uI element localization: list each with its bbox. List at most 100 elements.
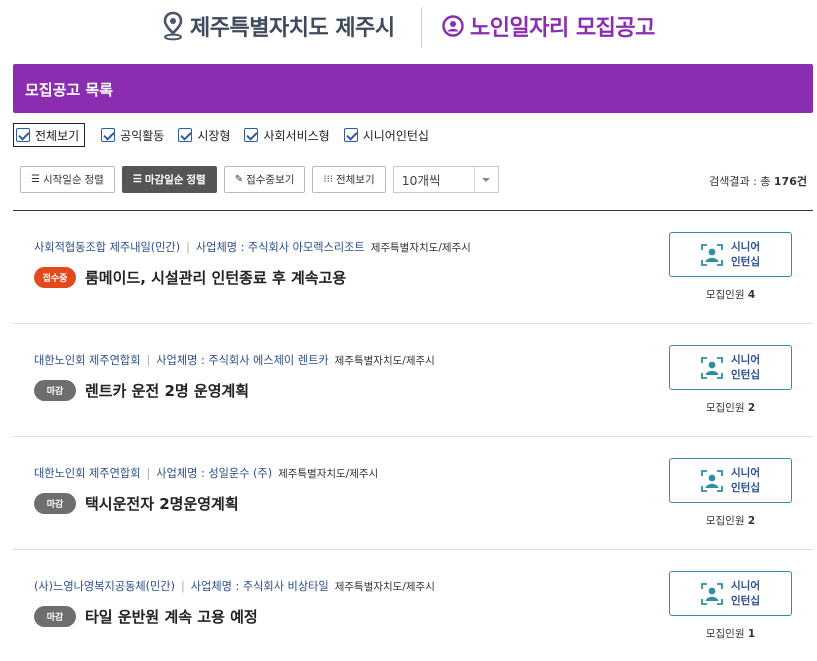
category-line: 인턴십: [731, 594, 760, 607]
filter-label: 시니어인턴십: [362, 128, 429, 143]
listing-item[interactable]: 대한노인회 제주연합회 | 사업체명 : 성일운수 (주) 제주특별자치도/제주시마감…: [13, 437, 813, 550]
recruit-label: 모집인원: [705, 628, 745, 640]
listing-org[interactable]: 대한노인회 제주연합회: [34, 354, 140, 367]
category-label: 시니어인턴십: [731, 353, 760, 383]
listing-title[interactable]: 룸메이드, 시설관리 인턴종료 후 계속고용: [85, 267, 346, 288]
senior-person-icon: [701, 356, 723, 379]
category-button[interactable]: 시니어인턴십: [669, 345, 792, 390]
recruit-number: 4: [747, 289, 756, 301]
site-title-text: 노인일자리 모집공고: [470, 16, 655, 41]
category-line: 시니어: [731, 240, 760, 253]
listing-title[interactable]: 택시운전자 2명운영계획: [85, 493, 239, 514]
category-line: 인턴십: [731, 255, 760, 268]
listing-company: 사업체명 : 주식회사 에스제이 렌트카: [156, 354, 329, 367]
person-circle-icon: [442, 15, 464, 37]
listing-item[interactable]: 사회적협동조합 제주내일(민간) | 사업체명 : 주식회사 아모렉스리조트 제주특별…: [13, 211, 813, 324]
listing-meta: 사회적협동조합 제주내일(민간) | 사업체명 : 주식회사 아모렉스리조트 제주특별…: [34, 239, 471, 255]
listing-item[interactable]: 대한노인회 제주연합회 | 사업체명 : 주식회사 에스제이 렌트카 제주특별자치도/…: [13, 324, 813, 437]
recruit-label: 모집인원: [705, 289, 745, 301]
category-button[interactable]: 시니어인턴십: [669, 571, 792, 616]
location[interactable]: 제주특별자치도 제주시: [162, 10, 395, 42]
recruit-label: 모집인원: [705, 515, 745, 527]
page-size-select[interactable]: 10개씩: [392, 166, 499, 193]
listing-title[interactable]: 렌트카 운전 2명 운영계획: [85, 380, 249, 401]
button-label: 접수중보기: [246, 174, 295, 186]
category-label: 시니어인턴십: [731, 240, 760, 270]
checkbox-checked-icon[interactable]: [244, 128, 259, 142]
listing-title-row: 마감 택시운전자 2명운영계획: [34, 493, 239, 514]
filter-public-checkbox[interactable]: 공익활동: [101, 123, 164, 147]
show-all-button[interactable]: ⁝⁝⁝ 전체보기: [312, 166, 386, 193]
filter-senior-intern-checkbox[interactable]: 시니어인턴십: [343, 123, 429, 147]
listing-org[interactable]: 대한노인회 제주연합회: [34, 467, 140, 480]
button-label: 시작일순 정렬: [42, 174, 104, 186]
map-pin-icon: [163, 11, 183, 41]
button-label: 전체보기: [335, 174, 375, 186]
listing-meta: 대한노인회 제주연합회 | 사업체명 : 성일운수 (주) 제주특별자치도/제주시: [34, 465, 378, 481]
sort-deadline-button[interactable]: ☰ 마감일순 정렬: [121, 166, 217, 193]
listing-meta: 대한노인회 제주연합회 | 사업체명 : 주식회사 에스제이 렌트카 제주특별자치도/…: [34, 352, 435, 368]
meta-separator: |: [180, 580, 185, 593]
checkbox-checked-icon[interactable]: [343, 128, 358, 142]
recruit-number: 2: [747, 402, 756, 414]
status-badge: 마감: [34, 380, 76, 401]
category-line: 인턴십: [731, 368, 760, 381]
recruit-label: 모집인원: [705, 402, 745, 414]
listing-item[interactable]: (사)느영나영복지공동체(민간) | 사업체명 : 주식회사 비상타일 제주특별자치도…: [13, 550, 813, 661]
listing-company: 사업체명 : 성일운수 (주): [156, 467, 273, 480]
result-prefix: 검색결과 : 총: [709, 175, 771, 188]
checkbox-checked-icon[interactable]: [178, 128, 193, 142]
listing-region: 제주특별자치도/제주시: [278, 468, 379, 480]
status-badge: 마감: [34, 606, 76, 627]
checkbox-checked-icon[interactable]: [16, 128, 30, 142]
listing-title-row: 마감 렌트카 운전 2명 운영계획: [34, 380, 249, 401]
category-button[interactable]: 시니어인턴십: [669, 458, 792, 503]
listing-title-row: 접수중 룸메이드, 시설관리 인턴종료 후 계속고용: [34, 267, 346, 288]
listing-org[interactable]: 사회적협동조합 제주내일(민간): [34, 241, 180, 254]
category-label: 시니어인턴십: [731, 466, 760, 496]
search-result-count: 검색결과 : 총 176건: [709, 173, 807, 189]
filter-label: 사회서비스형: [263, 128, 330, 143]
category-line: 시니어: [731, 579, 760, 592]
list-icon: ☰: [31, 174, 40, 185]
listing-meta: (사)느영나영복지공동체(민간) | 사업체명 : 주식회사 비상타일 제주특별자치도…: [34, 578, 435, 594]
category-button[interactable]: 시니어인턴십: [669, 232, 792, 277]
category-label: 시니어인턴십: [731, 579, 760, 609]
meta-separator: |: [146, 354, 151, 367]
filter-all-checkbox[interactable]: 전체보기: [13, 123, 86, 147]
category-line: 시니어: [731, 353, 760, 366]
site-title[interactable]: 노인일자리 모집공고: [442, 10, 655, 42]
category-line: 인턴십: [731, 481, 760, 494]
grid-icon: ⁝⁝⁝: [323, 174, 333, 185]
meta-separator: |: [146, 467, 151, 480]
section-title-bar: 모집공고 목록: [13, 64, 813, 113]
filter-label: 시장형: [197, 128, 231, 143]
category-line: 시니어: [731, 466, 760, 479]
result-count: 176건: [773, 175, 807, 188]
listing-region: 제주특별자치도/제주시: [370, 242, 471, 254]
recruit-number: 1: [747, 628, 756, 640]
page-size-value: 10개씩: [401, 173, 441, 188]
filter-label: 전체보기: [35, 128, 80, 143]
senior-person-icon: [701, 243, 723, 266]
listing-title[interactable]: 타일 운반원 계속 고용 예정: [85, 606, 258, 627]
pencil-icon: ✎: [234, 174, 244, 185]
listing-company: 사업체명 : 주식회사 비상타일: [190, 580, 329, 593]
listing-org[interactable]: (사)느영나영복지공동체(민간): [34, 580, 175, 593]
listing-company: 사업체명 : 주식회사 아모렉스리조트: [195, 241, 365, 254]
list-icon: ☰: [132, 174, 142, 185]
meta-separator: |: [186, 241, 190, 254]
status-badge: 접수중: [34, 267, 76, 288]
filter-social-service-checkbox[interactable]: 사회서비스형: [244, 123, 330, 147]
sort-start-button[interactable]: ☰ 시작일순 정렬: [20, 166, 115, 193]
senior-person-icon: [701, 469, 723, 492]
page-header: 제주특별자치도 제주시 노인일자리 모집공고: [0, 0, 817, 56]
location-text: 제주특별자치도 제주시: [190, 16, 395, 41]
listing-title-row: 마감 타일 운반원 계속 고용 예정: [34, 606, 258, 627]
filter-market-checkbox[interactable]: 시장형: [178, 123, 230, 147]
checkbox-checked-icon[interactable]: [101, 128, 116, 142]
chevron-down-icon[interactable]: [473, 167, 498, 192]
listing-region: 제주특별자치도/제주시: [334, 355, 435, 367]
show-open-button[interactable]: ✎ 접수중보기: [223, 166, 306, 193]
recruit-count: 모집인원 1: [669, 626, 792, 641]
